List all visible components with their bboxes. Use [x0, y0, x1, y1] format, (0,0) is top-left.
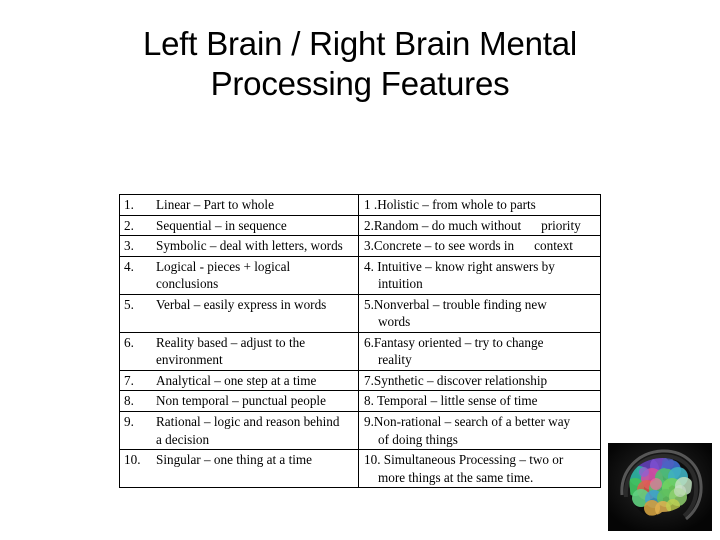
- right-brain-item: 9.Non-rational – search of a better way o…: [359, 412, 600, 449]
- table-row: 5. Verbal – easily express in words 5.Nonv…: [119, 293, 601, 333]
- left-brain-item: 2. Sequential – in sequence: [120, 216, 358, 236]
- right-brain-item: 5.Nonverbal – trouble finding new words: [359, 295, 600, 332]
- right-brain-cell: 8. Temporal – little sense of time: [358, 390, 601, 413]
- left-brain-cell: 1. Linear – Part to whole: [119, 194, 359, 216]
- left-brain-item: 6. Reality based – adjust to the environme…: [120, 333, 358, 370]
- right-brain-text: 7.Synthetic – discover relationship: [364, 372, 548, 388]
- right-brain-text-continued: intuition: [378, 276, 423, 292]
- left-brain-item: 10. Singular – one thing at a time: [120, 450, 358, 470]
- right-brain-text-tail: priority: [541, 217, 581, 233]
- right-brain-text: 2.Random – do much without: [364, 217, 522, 233]
- left-brain-item: 9. Rational – logic and reason behind a de…: [120, 412, 358, 449]
- right-brain-cell: 6.Fantasy oriented – try to change realit…: [358, 331, 601, 371]
- table-row: 2. Sequential – in sequence 2.Random – do …: [119, 214, 601, 237]
- left-brain-text: Verbal – easily express in words: [156, 296, 327, 312]
- left-brain-text: Reality based – adjust to the: [156, 334, 306, 350]
- right-brain-item: 7.Synthetic – discover relationship: [359, 371, 600, 391]
- left-brain-cell: 7. Analytical – one step at a time: [119, 369, 359, 392]
- table-row: 1. Linear – Part to whole 1 .Holistic – fr…: [119, 194, 601, 216]
- left-brain-text: Logical - pieces + logical: [156, 258, 291, 274]
- right-brain-text: 10. Simultaneous Processing – two or: [364, 452, 564, 468]
- left-brain-text: Analytical – one step at a time: [156, 372, 317, 388]
- table-row: 10. Singular – one thing at a time 10. Sim…: [119, 449, 601, 489]
- table-body: 1. Linear – Part to whole 1 .Holistic – fr…: [119, 194, 601, 489]
- left-brain-item: 7. Analytical – one step at a time: [120, 371, 358, 391]
- list-number: 2.: [124, 217, 134, 233]
- right-brain-cell: 1 .Holistic – from whole to parts: [358, 194, 601, 216]
- list-number: 6.: [124, 334, 134, 350]
- right-brain-text-continued: of doing things: [378, 431, 458, 447]
- page-title-line-1: Left Brain / Right Brain Mental: [142, 25, 577, 62]
- right-brain-text: 1 .Holistic – from whole to parts: [364, 197, 536, 212]
- page-title: Left Brain / Right Brain Mental Processi…: [40, 24, 680, 105]
- left-brain-item: 1. Linear – Part to whole: [120, 195, 358, 215]
- left-brain-item: 4. Logical - pieces + logical conclusions: [120, 257, 358, 294]
- right-brain-item: 4. Intuitive – know right answers by intu…: [359, 257, 600, 294]
- page-title-line-2: Processing Features: [210, 65, 510, 103]
- table-row: 6. Reality based – adjust to the environme…: [119, 331, 601, 371]
- left-brain-text: Sequential – in sequence: [156, 217, 287, 233]
- right-brain-cell: 10. Simultaneous Processing – two or more…: [358, 449, 601, 489]
- table-row: 8. Non temporal – punctual people 8. Tempo…: [119, 390, 601, 413]
- right-brain-text-continued: more things at the same time.: [378, 469, 534, 485]
- left-brain-cell: 5. Verbal – easily express in words: [119, 293, 359, 333]
- left-brain-cell: 2. Sequential – in sequence: [119, 214, 359, 237]
- list-number: 8.: [124, 393, 134, 409]
- right-brain-item: 2.Random – do much without priority: [359, 216, 600, 236]
- left-brain-cell: 8. Non temporal – punctual people: [119, 390, 359, 413]
- right-brain-text: 8. Temporal – little sense of time: [364, 393, 538, 409]
- left-brain-cell: 9. Rational – logic and reason behind a de…: [119, 411, 359, 451]
- left-brain-text: Linear – Part to whole: [156, 197, 274, 212]
- left-brain-text: Symbolic – deal with letters, words: [156, 238, 343, 254]
- right-brain-item: 6.Fantasy oriented – try to change realit…: [359, 333, 600, 370]
- right-brain-cell: 9.Non-rational – search of a better way o…: [358, 411, 601, 451]
- left-brain-item: 3. Symbolic – deal with letters, words: [120, 236, 358, 256]
- right-brain-cell: 3.Concrete – to see words in context: [358, 235, 601, 257]
- right-brain-cell: 7.Synthetic – discover relationship: [358, 369, 601, 392]
- right-brain-text-continued: words: [378, 314, 411, 330]
- list-number: 9.: [124, 414, 134, 430]
- brain-scan-graphic: [608, 443, 712, 531]
- left-brain-text: Rational – logic and reason behind: [156, 414, 340, 430]
- right-brain-item: 3.Concrete – to see words in context: [359, 236, 600, 256]
- table-row: 9. Rational – logic and reason behind a de…: [119, 411, 601, 451]
- left-brain-text: Non temporal – punctual people: [156, 393, 326, 409]
- left-brain-cell: 10. Singular – one thing at a time: [119, 449, 359, 489]
- left-brain-text-continued: conclusions: [156, 276, 219, 292]
- list-number: 3.: [124, 238, 134, 254]
- list-number: 5.: [124, 296, 134, 312]
- list-number: 1.: [124, 197, 134, 212]
- left-brain-text: Singular – one thing at a time: [156, 452, 313, 468]
- left-brain-cell: 3. Symbolic – deal with letters, words: [119, 235, 359, 257]
- right-brain-text: 4. Intuitive – know right answers by: [364, 258, 555, 274]
- left-brain-item: 5. Verbal – easily express in words: [120, 295, 358, 315]
- left-brain-cell: 6. Reality based – adjust to the environme…: [119, 331, 359, 371]
- right-brain-cell: 5.Nonverbal – trouble finding new words: [358, 293, 601, 333]
- left-right-brain-table: 1. Linear – Part to whole 1 .Holistic – fr…: [119, 194, 601, 489]
- table-row: 4. Logical - pieces + logical conclusions 4…: [119, 255, 601, 295]
- table-row: 3. Symbolic – deal with letters, words 3.C…: [119, 235, 601, 257]
- right-brain-text-continued: reality: [378, 352, 412, 368]
- right-brain-item: 1 .Holistic – from whole to parts: [359, 195, 600, 215]
- list-number: 10.: [124, 452, 141, 468]
- brain-scan-image: [608, 443, 712, 531]
- list-number: 4.: [124, 258, 134, 274]
- list-number: 7.: [124, 372, 134, 388]
- right-brain-text: 5.Nonverbal – trouble finding new: [364, 296, 547, 312]
- right-brain-cell: 2.Random – do much without priority: [358, 214, 601, 237]
- right-brain-text-tail: context: [534, 238, 573, 254]
- right-brain-text: 6.Fantasy oriented – try to change: [364, 334, 544, 350]
- right-brain-cell: 4. Intuitive – know right answers by intu…: [358, 255, 601, 295]
- right-brain-item: 8. Temporal – little sense of time: [359, 391, 600, 411]
- right-brain-item: 10. Simultaneous Processing – two or more…: [359, 450, 600, 487]
- left-brain-text-continued: environment: [156, 352, 223, 368]
- left-brain-item: 8. Non temporal – punctual people: [120, 391, 358, 411]
- right-brain-text: 9.Non-rational – search of a better way: [364, 414, 571, 430]
- right-brain-text: 3.Concrete – to see words in: [364, 238, 515, 254]
- left-brain-cell: 4. Logical - pieces + logical conclusions: [119, 255, 359, 295]
- table-row: 7. Analytical – one step at a time 7.Synth…: [119, 369, 601, 392]
- left-brain-text-continued: a decision: [156, 431, 210, 447]
